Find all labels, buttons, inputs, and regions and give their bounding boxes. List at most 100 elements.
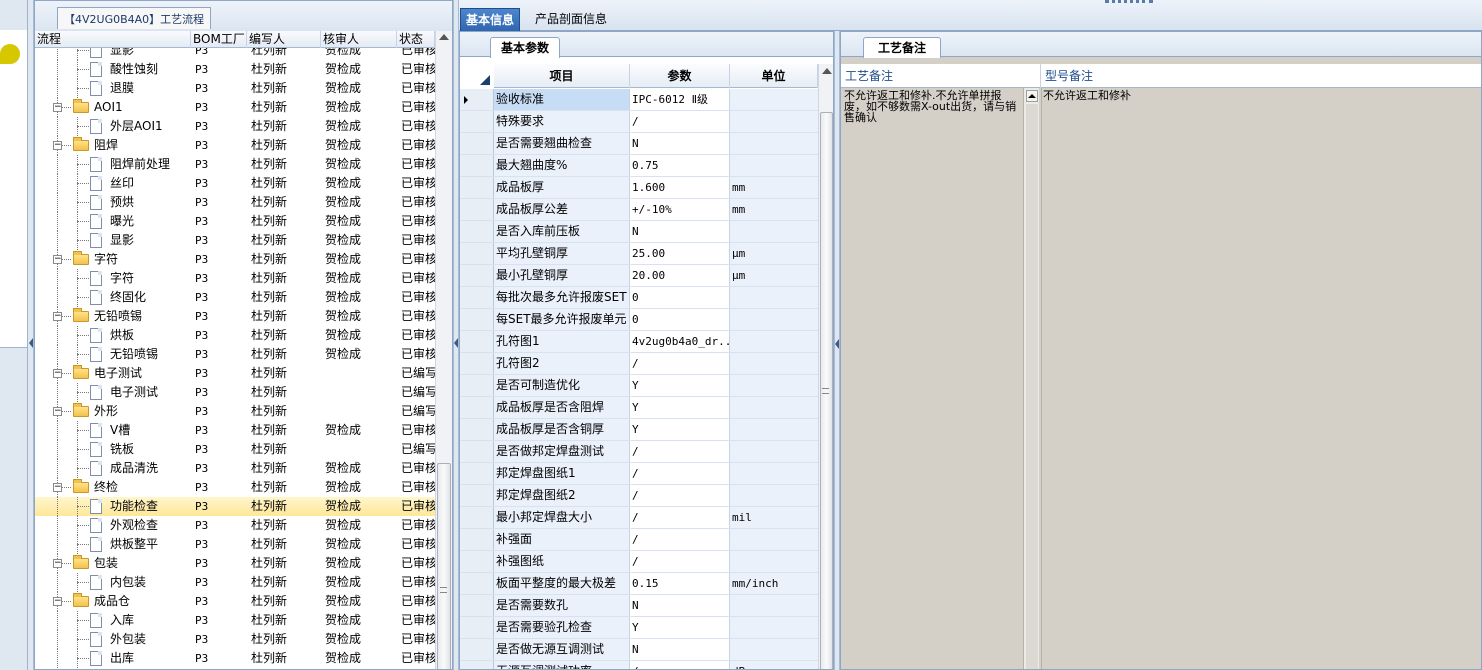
param-row[interactable]: 无源互调测试功率/dBm bbox=[460, 661, 818, 669]
col-header-checker[interactable]: 核审人 bbox=[321, 31, 397, 48]
tree-row[interactable]: 退膜 P3 杜列新 贺检成 已审核 bbox=[35, 79, 435, 98]
process-note-text[interactable]: 不允许返工和修补.不允许单拼报废，如不够数需X-out出货，请与销售确认 bbox=[843, 88, 1023, 669]
tree-node[interactable]: − 包装 bbox=[35, 554, 191, 573]
tree-node[interactable]: 烘板整平 bbox=[35, 535, 191, 554]
param-value-cell[interactable]: N bbox=[630, 133, 730, 154]
param-unit-cell[interactable]: dBm bbox=[730, 661, 818, 669]
tree-row[interactable]: 内包装 P3 杜列新 贺检成 已审核 bbox=[35, 573, 435, 592]
tree-row[interactable]: 功能检查 P3 杜列新 贺检成 已审核 bbox=[35, 497, 435, 516]
param-value-cell[interactable]: +/-10% bbox=[630, 199, 730, 220]
param-row[interactable]: 最小邦定焊盘大小 / mil bbox=[460, 507, 818, 529]
tree-row[interactable]: 出库 P3 杜列新 贺检成 已审核 bbox=[35, 649, 435, 668]
param-unit-cell[interactable] bbox=[730, 595, 818, 616]
row-indicator[interactable] bbox=[460, 485, 494, 506]
process-flow-tab[interactable]: 【4V2UG0B4A0】工艺流程 bbox=[57, 7, 212, 29]
param-row[interactable]: 成品板厚 1.600 mm bbox=[460, 177, 818, 199]
tree-node[interactable]: 外包装 bbox=[35, 630, 191, 649]
param-value-cell[interactable]: 4v2ug0b4a0_dr... bbox=[630, 331, 730, 352]
param-unit-cell[interactable]: mm bbox=[730, 177, 818, 198]
tree-row[interactable]: 字符 P3 杜列新 贺检成 已审核 bbox=[35, 269, 435, 288]
param-unit-cell[interactable]: mm bbox=[730, 199, 818, 220]
scroll-up-icon[interactable] bbox=[822, 68, 832, 74]
collapse-toggle-icon[interactable]: − bbox=[53, 483, 62, 492]
param-row[interactable]: 特殊要求 / bbox=[460, 111, 818, 133]
tree-node[interactable]: 显影 bbox=[35, 231, 191, 250]
row-indicator[interactable] bbox=[460, 639, 494, 660]
row-indicator[interactable] bbox=[460, 111, 494, 132]
tree-scrollbar[interactable] bbox=[435, 31, 452, 669]
tree-node[interactable]: 出库 bbox=[35, 649, 191, 668]
params-scrollbar[interactable] bbox=[818, 64, 833, 669]
tree-row[interactable]: 外层AOI1 P3 杜列新 贺检成 已审核 bbox=[35, 117, 435, 136]
tree-folder-row[interactable]: − 阻焊 P3 杜列新 贺检成 已审核 bbox=[35, 136, 435, 155]
tab-product-profile[interactable]: 产品剖面信息 bbox=[530, 8, 612, 31]
col-header-item[interactable]: 项目 bbox=[494, 64, 630, 88]
grid-corner[interactable] bbox=[460, 64, 494, 88]
row-indicator[interactable] bbox=[460, 155, 494, 176]
param-unit-cell[interactable]: μm bbox=[730, 243, 818, 264]
collapse-toggle-icon[interactable]: − bbox=[53, 103, 62, 112]
tree-row[interactable]: 酸性蚀刻 P3 杜列新 贺检成 已审核 bbox=[35, 60, 435, 79]
tree-folder-row[interactable]: − 字符 P3 杜列新 贺检成 已审核 bbox=[35, 250, 435, 269]
tree-row[interactable]: 显影 P3 杜列新 贺检成 已审核 bbox=[35, 48, 435, 60]
tree-node[interactable]: − AOI1 bbox=[35, 98, 191, 117]
param-unit-cell[interactable] bbox=[730, 111, 818, 132]
param-value-cell[interactable]: Y bbox=[630, 397, 730, 418]
collapse-toggle-icon[interactable]: − bbox=[53, 559, 62, 568]
param-value-cell[interactable]: N bbox=[630, 221, 730, 242]
tree-node[interactable]: 外观检查 bbox=[35, 516, 191, 535]
tree-folder-row[interactable]: − 终检 P3 杜列新 贺检成 已审核 bbox=[35, 478, 435, 497]
param-unit-cell[interactable] bbox=[730, 287, 818, 308]
tree-node[interactable]: 曝光 bbox=[35, 212, 191, 231]
param-value-cell[interactable]: / bbox=[630, 485, 730, 506]
row-indicator[interactable] bbox=[460, 573, 494, 594]
param-row[interactable]: 邦定焊盘图纸2/ bbox=[460, 485, 818, 507]
param-value-cell[interactable]: / bbox=[630, 353, 730, 374]
collapse-toggle-icon[interactable]: − bbox=[53, 255, 62, 264]
tree-folder-row[interactable]: − 成品仓 P3 杜列新 贺检成 已审核 bbox=[35, 592, 435, 611]
tree-row[interactable]: 丝印 P3 杜列新 贺检成 已审核 bbox=[35, 174, 435, 193]
tab-basic-params[interactable]: 基本参数 bbox=[490, 37, 560, 58]
param-unit-cell[interactable]: mm/inch bbox=[730, 573, 818, 594]
param-row[interactable]: 成品板厚是否含铜厚 Y bbox=[460, 419, 818, 441]
tab-basic-info[interactable]: 基本信息 bbox=[460, 8, 521, 31]
param-value-cell[interactable]: 0.75 bbox=[630, 155, 730, 176]
param-unit-cell[interactable] bbox=[730, 419, 818, 440]
collapse-left-icon[interactable] bbox=[454, 338, 458, 348]
collapse-left-icon[interactable] bbox=[29, 338, 33, 348]
param-row[interactable]: 每SET最多允许报废单元 0 bbox=[460, 309, 818, 331]
param-row[interactable]: 孔符图1 4v2ug0b4a0_dr... bbox=[460, 331, 818, 353]
param-row[interactable]: 是否需要验孔检查 Y bbox=[460, 617, 818, 639]
param-value-cell[interactable]: / bbox=[630, 529, 730, 550]
param-value-cell[interactable]: Y bbox=[630, 617, 730, 638]
tree-row[interactable]: 成品清洗 P3 杜列新 贺检成 已审核 bbox=[35, 459, 435, 478]
tree-row[interactable]: 显影 P3 杜列新 贺检成 已审核 bbox=[35, 231, 435, 250]
col-header-value[interactable]: 参数 bbox=[630, 64, 730, 88]
tree-node[interactable]: 终固化 bbox=[35, 288, 191, 307]
param-unit-cell[interactable] bbox=[730, 155, 818, 176]
param-unit-cell[interactable] bbox=[730, 353, 818, 374]
param-row[interactable]: 最大翘曲度% 0.75 bbox=[460, 155, 818, 177]
tree-node[interactable]: 丝印 bbox=[35, 174, 191, 193]
tree-folder-row[interactable]: − AOI1 P3 杜列新 贺检成 已审核 bbox=[35, 98, 435, 117]
param-value-cell[interactable]: / bbox=[630, 661, 730, 669]
col-header-unit[interactable]: 单位 bbox=[730, 64, 818, 88]
param-value-cell[interactable]: / bbox=[630, 441, 730, 462]
tree-node[interactable]: 成品清洗 bbox=[35, 459, 191, 478]
scroll-up-icon[interactable] bbox=[439, 34, 449, 40]
param-unit-cell[interactable] bbox=[730, 133, 818, 154]
tree-row[interactable]: 电子测试 P3 杜列新 已编写 bbox=[35, 383, 435, 402]
row-indicator[interactable] bbox=[460, 551, 494, 572]
param-row[interactable]: 成品板厚是否含阻焊 Y bbox=[460, 397, 818, 419]
row-indicator[interactable] bbox=[460, 199, 494, 220]
tree-row[interactable]: 烘板整平 P3 杜列新 贺检成 已审核 bbox=[35, 535, 435, 554]
param-value-cell[interactable]: 25.00 bbox=[630, 243, 730, 264]
tab-process-notes[interactable]: 工艺备注 bbox=[863, 37, 941, 58]
param-unit-cell[interactable]: mil bbox=[730, 507, 818, 528]
tree-folder-row[interactable]: − 无铅喷锡 P3 杜列新 贺检成 已审核 bbox=[35, 307, 435, 326]
tree-node[interactable]: 显影 bbox=[35, 48, 191, 60]
col-header-status[interactable]: 状态 bbox=[397, 31, 435, 48]
tree-node[interactable]: 退膜 bbox=[35, 79, 191, 98]
param-unit-cell[interactable] bbox=[730, 639, 818, 660]
param-row[interactable]: 是否入库前压板 N bbox=[460, 221, 818, 243]
